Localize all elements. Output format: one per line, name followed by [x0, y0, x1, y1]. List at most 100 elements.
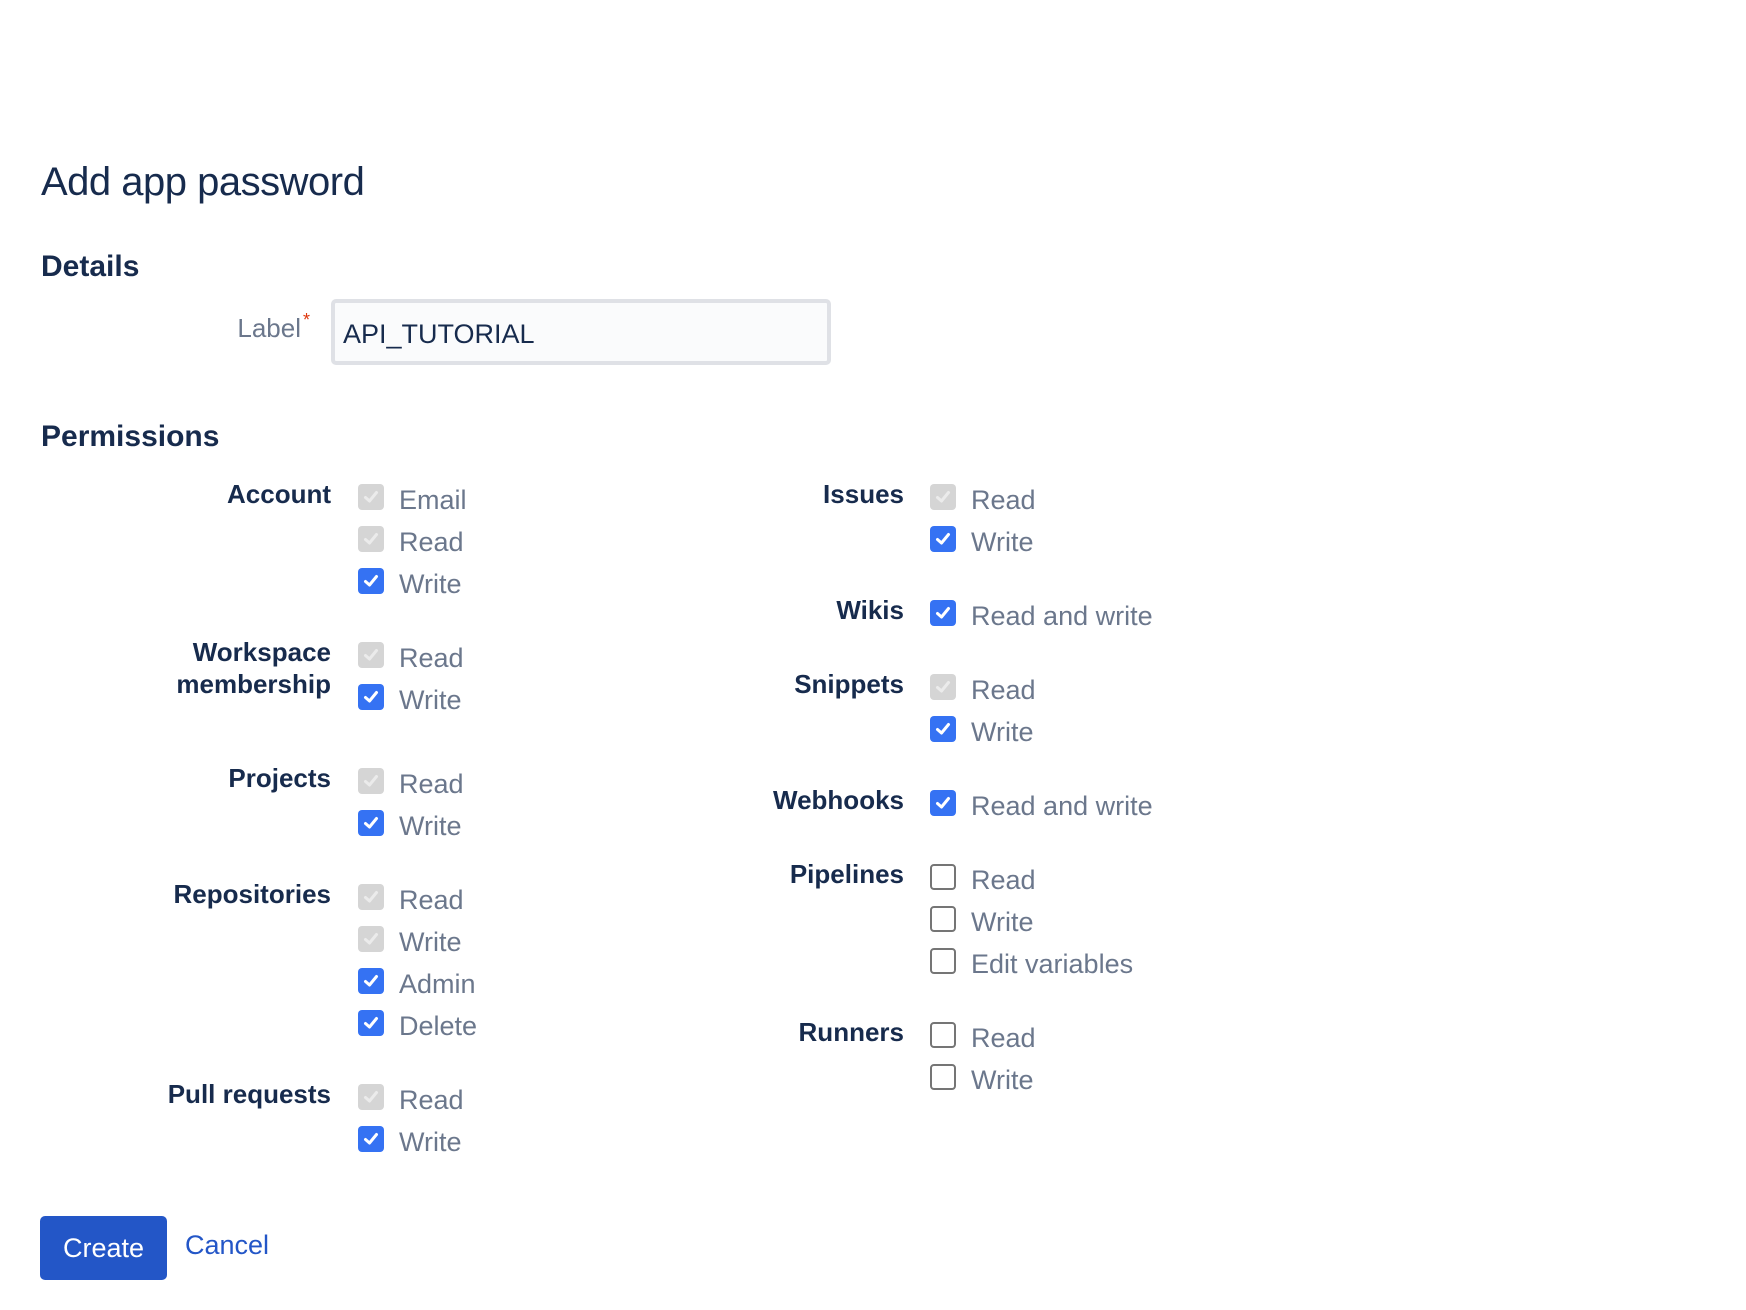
checkbox-checked[interactable] [930, 526, 956, 552]
permission-option-label: Read [399, 642, 464, 673]
permission-repositories-read: Read [358, 881, 464, 915]
checkmark-icon [364, 691, 378, 703]
checkbox-disabled-checked [358, 642, 384, 668]
checkbox-checked[interactable] [358, 810, 384, 836]
permission-pull-requests-write[interactable]: Write [358, 1123, 462, 1157]
permission-group-issues: Issues [823, 479, 904, 509]
permission-repositories-delete[interactable]: Delete [358, 1007, 478, 1041]
permission-option-label: Write [971, 1064, 1034, 1095]
permission-option-label: Read [971, 484, 1036, 515]
permission-pull-requests-read: Read [358, 1081, 464, 1115]
permission-option-label: Edit variables [971, 948, 1134, 979]
permissions-heading: Permissions [41, 420, 220, 453]
permission-workspace-membership-read: Read [358, 639, 464, 673]
permission-pipelines-write[interactable]: Write [930, 903, 1034, 937]
permission-issues-write[interactable]: Write [930, 523, 1034, 557]
permission-runners-read[interactable]: Read [930, 1019, 1036, 1053]
permission-group-label-line: membership [176, 669, 331, 699]
permission-group-repositories: Repositories [173, 879, 332, 909]
checkbox-checked[interactable] [358, 1010, 384, 1036]
permission-option-label: Delete [399, 1010, 478, 1041]
permission-workspace-membership-write[interactable]: Write [358, 681, 462, 715]
checkbox-disabled-checked [358, 926, 384, 952]
checkmark-icon [364, 1091, 378, 1103]
permission-option-label: Read [399, 1084, 464, 1115]
permission-runners-write[interactable]: Write [930, 1061, 1034, 1095]
checkbox-unchecked[interactable] [930, 1022, 956, 1048]
permission-option-label: Read [971, 1022, 1036, 1053]
permission-group-snippets: Snippets [794, 669, 904, 699]
checkbox-disabled-checked [358, 1084, 384, 1110]
permission-option-label: Write [971, 716, 1034, 747]
label-field-label: Label * [237, 310, 310, 344]
create-button[interactable]: Create [40, 1216, 167, 1280]
required-marker: * [302, 310, 310, 330]
permission-account-write[interactable]: Write [358, 565, 462, 599]
label-input[interactable] [331, 299, 831, 365]
permission-pipelines-edit-variables[interactable]: Edit variables [930, 945, 1134, 979]
checkmark-icon [364, 891, 378, 903]
permission-snippets-read: Read [930, 671, 1036, 705]
checkbox-checked[interactable] [358, 968, 384, 994]
checkbox-checked[interactable] [930, 716, 956, 742]
permission-repositories-admin[interactable]: Admin [358, 965, 476, 999]
checkmark-icon [364, 817, 378, 829]
checkmark-icon [364, 491, 378, 503]
checkmark-icon [936, 723, 950, 735]
permission-option-label: Write [399, 1126, 462, 1157]
permission-option-label: Write [971, 906, 1034, 937]
checkmark-icon [936, 533, 950, 545]
permission-option-label: Read [399, 526, 464, 557]
permission-option-label: Read [399, 768, 464, 799]
checkmark-icon [936, 681, 950, 693]
permission-option-label: Read [971, 864, 1036, 895]
checkbox-disabled-checked [930, 674, 956, 700]
checkbox-unchecked[interactable] [930, 948, 956, 974]
checkmark-icon [364, 649, 378, 661]
permission-repositories-write: Write [358, 923, 462, 957]
permission-group-account: Account [227, 479, 331, 509]
checkmark-icon [364, 1133, 378, 1145]
permission-account-read: Read [358, 523, 464, 557]
checkbox-unchecked[interactable] [930, 1064, 956, 1090]
permission-snippets-write[interactable]: Write [930, 713, 1034, 747]
permission-webhooks-read-and-write[interactable]: Read and write [930, 787, 1153, 821]
permission-option-label: Write [399, 810, 462, 841]
permission-option-label: Read [971, 674, 1036, 705]
checkbox-unchecked[interactable] [930, 864, 956, 890]
checkmark-icon [364, 533, 378, 545]
details-heading: Details [41, 250, 140, 283]
permission-group-runners: Runners [798, 1017, 904, 1047]
checkbox-checked[interactable] [930, 600, 956, 626]
permission-issues-read: Read [930, 481, 1036, 515]
checkmark-icon [364, 775, 378, 787]
checkbox-unchecked[interactable] [930, 906, 956, 932]
permission-pipelines-read[interactable]: Read [930, 861, 1036, 895]
checkmark-icon [364, 1017, 378, 1029]
checkbox-disabled-checked [358, 884, 384, 910]
permission-option-label: Read [399, 884, 464, 915]
checkbox-checked[interactable] [358, 684, 384, 710]
checkbox-checked[interactable] [358, 1126, 384, 1152]
permission-group-label-line: Workspace [192, 637, 331, 667]
permission-projects-write[interactable]: Write [358, 807, 462, 841]
cancel-link[interactable]: Cancel [185, 1230, 269, 1261]
checkmark-icon [364, 575, 378, 587]
permission-projects-read: Read [358, 765, 464, 799]
checkbox-disabled-checked [358, 526, 384, 552]
checkbox-checked[interactable] [358, 568, 384, 594]
permission-wikis-read-and-write[interactable]: Read and write [930, 597, 1153, 631]
permission-option-label: Admin [399, 968, 476, 999]
permission-group-workspace-membership: Workspace membership [176, 636, 331, 700]
permission-group-projects: Projects [228, 763, 331, 793]
checkmark-icon [364, 975, 378, 987]
checkbox-disabled-checked [358, 484, 384, 510]
permission-option-label: Read and write [971, 790, 1153, 821]
checkbox-disabled-checked [358, 768, 384, 794]
permission-group-pull-requests: Pull requests [167, 1079, 331, 1109]
checkbox-checked[interactable] [930, 790, 956, 816]
checkmark-icon [936, 491, 950, 503]
permission-group-wikis: Wikis [836, 595, 904, 625]
permission-account-email: Email [358, 481, 467, 515]
permission-option-label: Write [399, 684, 462, 715]
